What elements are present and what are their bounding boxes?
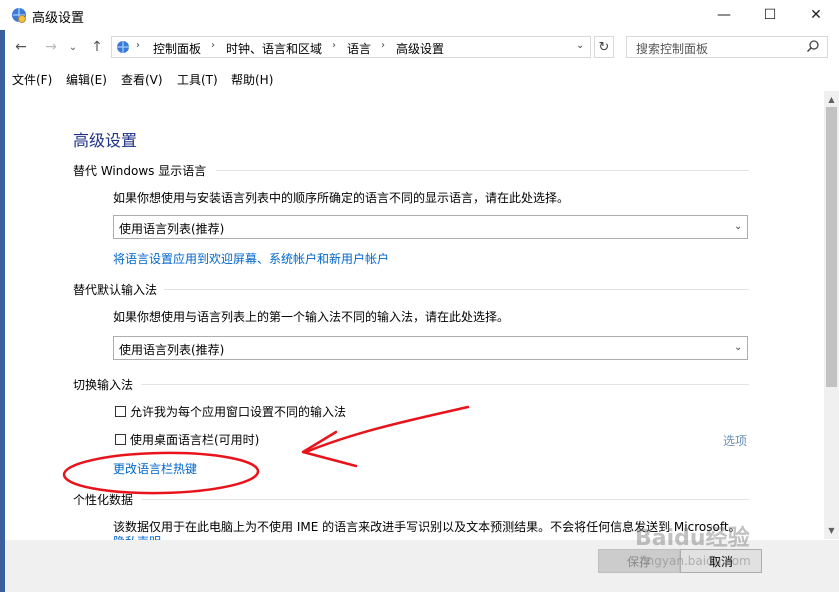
address-dropdown-button[interactable]: ⌄ bbox=[576, 40, 584, 51]
chevron-down-icon: ⌄ bbox=[734, 221, 743, 232]
desktop-edge bbox=[0, 30, 5, 592]
section-divider bbox=[164, 289, 749, 290]
close-button[interactable]: ✕ bbox=[793, 0, 839, 30]
breadcrumb-separator: › bbox=[381, 40, 385, 51]
section-title-personalization-data: 个性化数据 bbox=[73, 493, 134, 507]
breadcrumb-advanced-settings[interactable]: 高级设置 bbox=[396, 40, 444, 57]
breadcrumb-control-panel[interactable]: 控制面板 bbox=[153, 40, 201, 57]
breadcrumb-language[interactable]: 语言 bbox=[347, 40, 371, 57]
breadcrumb-separator: › bbox=[211, 40, 215, 51]
baidu-watermark: Baidu经验 bbox=[635, 526, 750, 551]
desktop-language-bar-label: 使用桌面语言栏(可用时) bbox=[130, 433, 260, 447]
section-title-switch-input: 切换输入法 bbox=[73, 378, 134, 392]
per-app-input-label: 允许我为每个应用窗口设置不同的输入法 bbox=[130, 405, 347, 419]
scrollbar-thumb[interactable] bbox=[826, 107, 837, 387]
display-language-dropdown-value: 使用语言列表(推荐) bbox=[119, 222, 225, 236]
breadcrumb-separator: › bbox=[136, 40, 140, 51]
section-divider bbox=[141, 384, 749, 385]
up-button[interactable]: ↑ bbox=[86, 37, 108, 57]
menu-edit[interactable]: 编辑(E) bbox=[66, 71, 107, 88]
search-placeholder: 搜索控制面板 bbox=[636, 42, 709, 56]
window-title: 高级设置 bbox=[32, 11, 85, 26]
menu-view[interactable]: 查看(V) bbox=[121, 71, 163, 88]
options-link[interactable]: 选项 bbox=[723, 432, 747, 449]
change-language-bar-hotkeys-link[interactable]: 更改语言栏热键 bbox=[113, 460, 197, 477]
default-input-description: 如果你想使用与语言列表上的第一个输入法不同的输入法，请在此处选择。 bbox=[113, 310, 510, 324]
per-app-input-checkbox[interactable] bbox=[115, 406, 126, 417]
refresh-button[interactable]: ↻ bbox=[594, 36, 614, 58]
forward-button[interactable]: → bbox=[40, 37, 62, 57]
menu-file[interactable]: 文件(F) bbox=[12, 71, 52, 88]
display-language-description: 如果你想使用与安装语言列表中的顺序所确定的语言不同的显示语言，请在此处选择。 bbox=[113, 191, 570, 205]
page-title: 高级设置 bbox=[73, 131, 138, 150]
back-button[interactable]: ← bbox=[10, 37, 32, 57]
search-icon bbox=[806, 40, 819, 53]
scroll-up-arrow-icon[interactable]: ▲ bbox=[824, 91, 839, 107]
section-divider bbox=[216, 170, 749, 171]
baidu-watermark-url: jingyan.baidu.com bbox=[640, 554, 751, 568]
section-divider bbox=[142, 499, 749, 500]
minimize-button[interactable]: — bbox=[701, 0, 747, 30]
chevron-down-icon: ⌄ bbox=[734, 342, 743, 353]
control-panel-icon bbox=[117, 41, 129, 53]
menu-help[interactable]: 帮助(H) bbox=[231, 71, 273, 88]
apply-language-settings-link[interactable]: 将语言设置应用到欢迎屏幕、系统帐户和新用户帐户 bbox=[113, 250, 389, 267]
recent-locations-button[interactable]: ⌄ bbox=[62, 37, 84, 57]
desktop-language-bar-checkbox[interactable] bbox=[115, 434, 126, 445]
maximize-button[interactable]: ☐ bbox=[747, 0, 793, 30]
section-title-display-language: 替代 Windows 显示语言 bbox=[73, 164, 207, 178]
breadcrumb-separator: › bbox=[332, 40, 336, 51]
scroll-down-arrow-icon[interactable]: ▼ bbox=[824, 522, 839, 538]
control-panel-icon bbox=[12, 8, 26, 23]
menu-tools[interactable]: 工具(T) bbox=[177, 71, 218, 88]
section-title-default-input: 替代默认输入法 bbox=[73, 283, 158, 297]
annotation-arrow-head bbox=[301, 430, 358, 468]
default-input-dropdown-value: 使用语言列表(推荐) bbox=[119, 343, 225, 357]
breadcrumb-clock-language-region[interactable]: 时钟、语言和区域 bbox=[226, 40, 322, 57]
